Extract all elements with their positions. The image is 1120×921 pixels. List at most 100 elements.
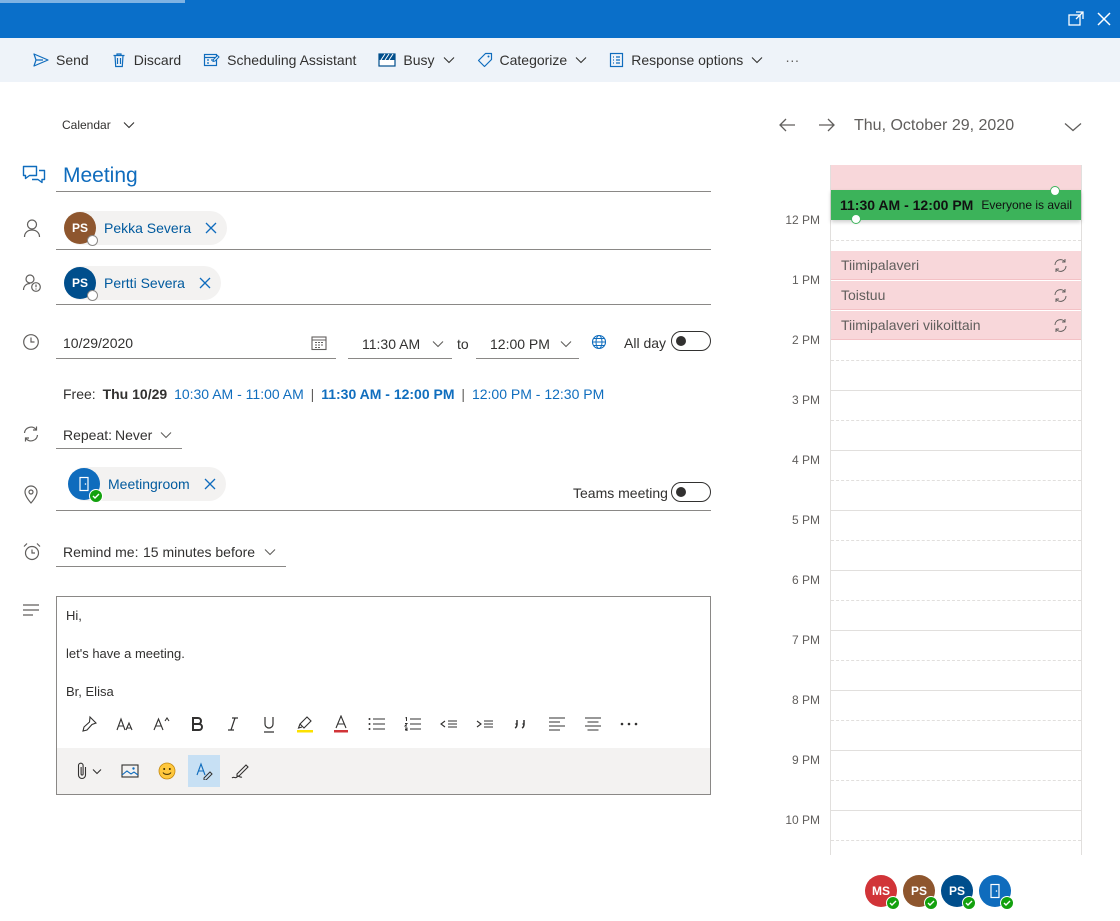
- free-slot-1200[interactable]: 12:00 PM - 12:30 PM: [472, 386, 604, 402]
- chevron-down-icon: [92, 768, 102, 774]
- calendar-picker[interactable]: Calendar: [62, 118, 135, 132]
- arrow-right-icon: [819, 118, 835, 132]
- attendee-chip-pertti[interactable]: PS Pertti Severa: [64, 266, 221, 301]
- calendar-event[interactable]: Tiimipalaveri: [831, 251, 1081, 280]
- optional-attendees-field[interactable]: PS Pertti Severa: [56, 265, 711, 305]
- calendar-label: Calendar: [62, 118, 111, 132]
- event-title-field[interactable]: Meeting: [56, 160, 711, 192]
- event-title: Toistuu: [841, 287, 886, 303]
- quote-button[interactable]: [503, 706, 539, 742]
- remove-attendee-icon[interactable]: [199, 277, 211, 289]
- avatar-initials: PS: [910, 884, 927, 898]
- decrease-indent-button[interactable]: [431, 706, 467, 742]
- send-button[interactable]: Send: [22, 38, 100, 82]
- teams-meeting-toggle[interactable]: [671, 482, 711, 502]
- avatar-initials: PS: [71, 221, 88, 235]
- trash-icon: [113, 53, 125, 68]
- format-painter-button[interactable]: [71, 706, 107, 742]
- font-size-button[interactable]: [107, 706, 143, 742]
- date-picker[interactable]: 10/29/2020: [56, 328, 336, 359]
- attach-button[interactable]: [67, 755, 111, 787]
- more-options-button[interactable]: ···: [774, 38, 810, 82]
- free-slot-1030[interactable]: 10:30 AM - 11:00 AM: [174, 386, 304, 402]
- response-options-label: Response options: [631, 52, 744, 68]
- highlight-button[interactable]: [287, 706, 323, 742]
- align-left-button[interactable]: [539, 706, 575, 742]
- end-time-dropdown[interactable]: 12:00 PM: [476, 328, 579, 359]
- location-field[interactable]: Meetingroom Teams meeting: [56, 466, 711, 511]
- italic-button[interactable]: [215, 706, 251, 742]
- presence-unknown-icon: [87, 235, 98, 246]
- pop-out-icon[interactable]: [1066, 9, 1086, 29]
- calendar-event[interactable]: Toistuu: [831, 281, 1081, 310]
- quote-icon: [514, 720, 525, 729]
- start-time-dropdown[interactable]: 11:30 AM: [348, 328, 452, 359]
- to-label: to: [457, 336, 469, 352]
- chevron-down-icon: [1064, 123, 1082, 132]
- remove-attendee-icon[interactable]: [205, 222, 217, 234]
- calendar-event[interactable]: Tiimipalaveri viikoittain: [831, 311, 1081, 340]
- response-options-dropdown[interactable]: Response options: [598, 38, 774, 82]
- emoji-button[interactable]: [149, 755, 185, 787]
- repeat-dropdown[interactable]: Repeat: Never: [56, 420, 182, 449]
- clock-icon: [22, 333, 42, 353]
- all-day-toggle[interactable]: [671, 331, 711, 351]
- chevron-down-icon: [123, 122, 135, 129]
- categorize-dropdown[interactable]: Categorize: [466, 38, 599, 82]
- bullets-button[interactable]: [359, 706, 395, 742]
- busy-block-above: [831, 165, 1081, 190]
- avatar-initials: PS: [948, 884, 965, 898]
- hour-line: [831, 750, 1081, 751]
- half-hour-line: [831, 780, 1081, 781]
- teams-meeting-label: Teams meeting: [573, 485, 668, 501]
- editor-button[interactable]: [188, 755, 220, 787]
- date-dropdown-button[interactable]: [1064, 122, 1082, 132]
- remove-location-icon[interactable]: [204, 478, 216, 490]
- more-formatting-button[interactable]: [611, 706, 647, 742]
- body-line: Br, Elisa: [66, 684, 114, 699]
- attendee-avatar[interactable]: MS: [865, 875, 900, 910]
- free-slot-1130[interactable]: 11:30 AM - 12:00 PM: [321, 386, 454, 402]
- italic-icon: [228, 717, 238, 731]
- format-painter-icon: [82, 715, 97, 732]
- categorize-label: Categorize: [499, 52, 568, 68]
- event-title-icon: [22, 165, 46, 185]
- reminder-dropdown[interactable]: Remind me: 15 minutes before: [56, 537, 286, 567]
- numbering-button[interactable]: [395, 706, 431, 742]
- signature-button[interactable]: [222, 755, 258, 787]
- font-size-icon: [116, 717, 133, 731]
- underline-button[interactable]: [251, 706, 287, 742]
- insert-picture-button[interactable]: [112, 755, 148, 787]
- grow-font-button[interactable]: [143, 706, 179, 742]
- show-as-dropdown[interactable]: Busy: [367, 38, 465, 82]
- attendee-avatar[interactable]: PS: [903, 875, 938, 910]
- close-icon[interactable]: [1094, 9, 1114, 29]
- required-attendees-field[interactable]: PS Pekka Severa: [56, 210, 711, 250]
- align-center-button[interactable]: [575, 706, 611, 742]
- font-color-button[interactable]: [323, 706, 359, 742]
- send-icon: [33, 53, 49, 67]
- half-hour-line: [831, 360, 1081, 361]
- next-day-button[interactable]: [818, 117, 836, 133]
- time-zone-button[interactable]: [591, 334, 607, 350]
- hour-label: 3 PM: [791, 393, 820, 407]
- discard-button[interactable]: Discard: [100, 38, 192, 82]
- hour-label: 5 PM: [791, 513, 820, 527]
- hour-label: 9 PM: [791, 753, 820, 767]
- previous-day-button[interactable]: [778, 117, 796, 133]
- recurring-icon: [1054, 319, 1067, 332]
- alarm-clock-icon: [22, 542, 42, 562]
- new-meeting-block[interactable]: 11:30 AM - 12:00 PM Everyone is avail: [831, 190, 1081, 220]
- increase-indent-button[interactable]: [467, 706, 503, 742]
- send-label: Send: [56, 52, 89, 68]
- scheduling-assistant-button[interactable]: Scheduling Assistant: [192, 38, 367, 82]
- bold-button[interactable]: [179, 706, 215, 742]
- resize-handle-top[interactable]: [1050, 186, 1060, 196]
- attendee-chip-pekka[interactable]: PS Pekka Severa: [64, 211, 228, 246]
- location-chip-meetingroom[interactable]: Meetingroom: [68, 467, 226, 503]
- body-line: Hi,: [66, 608, 82, 623]
- resize-handle-bottom[interactable]: [851, 214, 861, 224]
- attendee-avatar[interactable]: [979, 875, 1014, 910]
- attendee-avatar[interactable]: PS: [941, 875, 976, 910]
- free-day: Thu 10/29: [102, 386, 168, 402]
